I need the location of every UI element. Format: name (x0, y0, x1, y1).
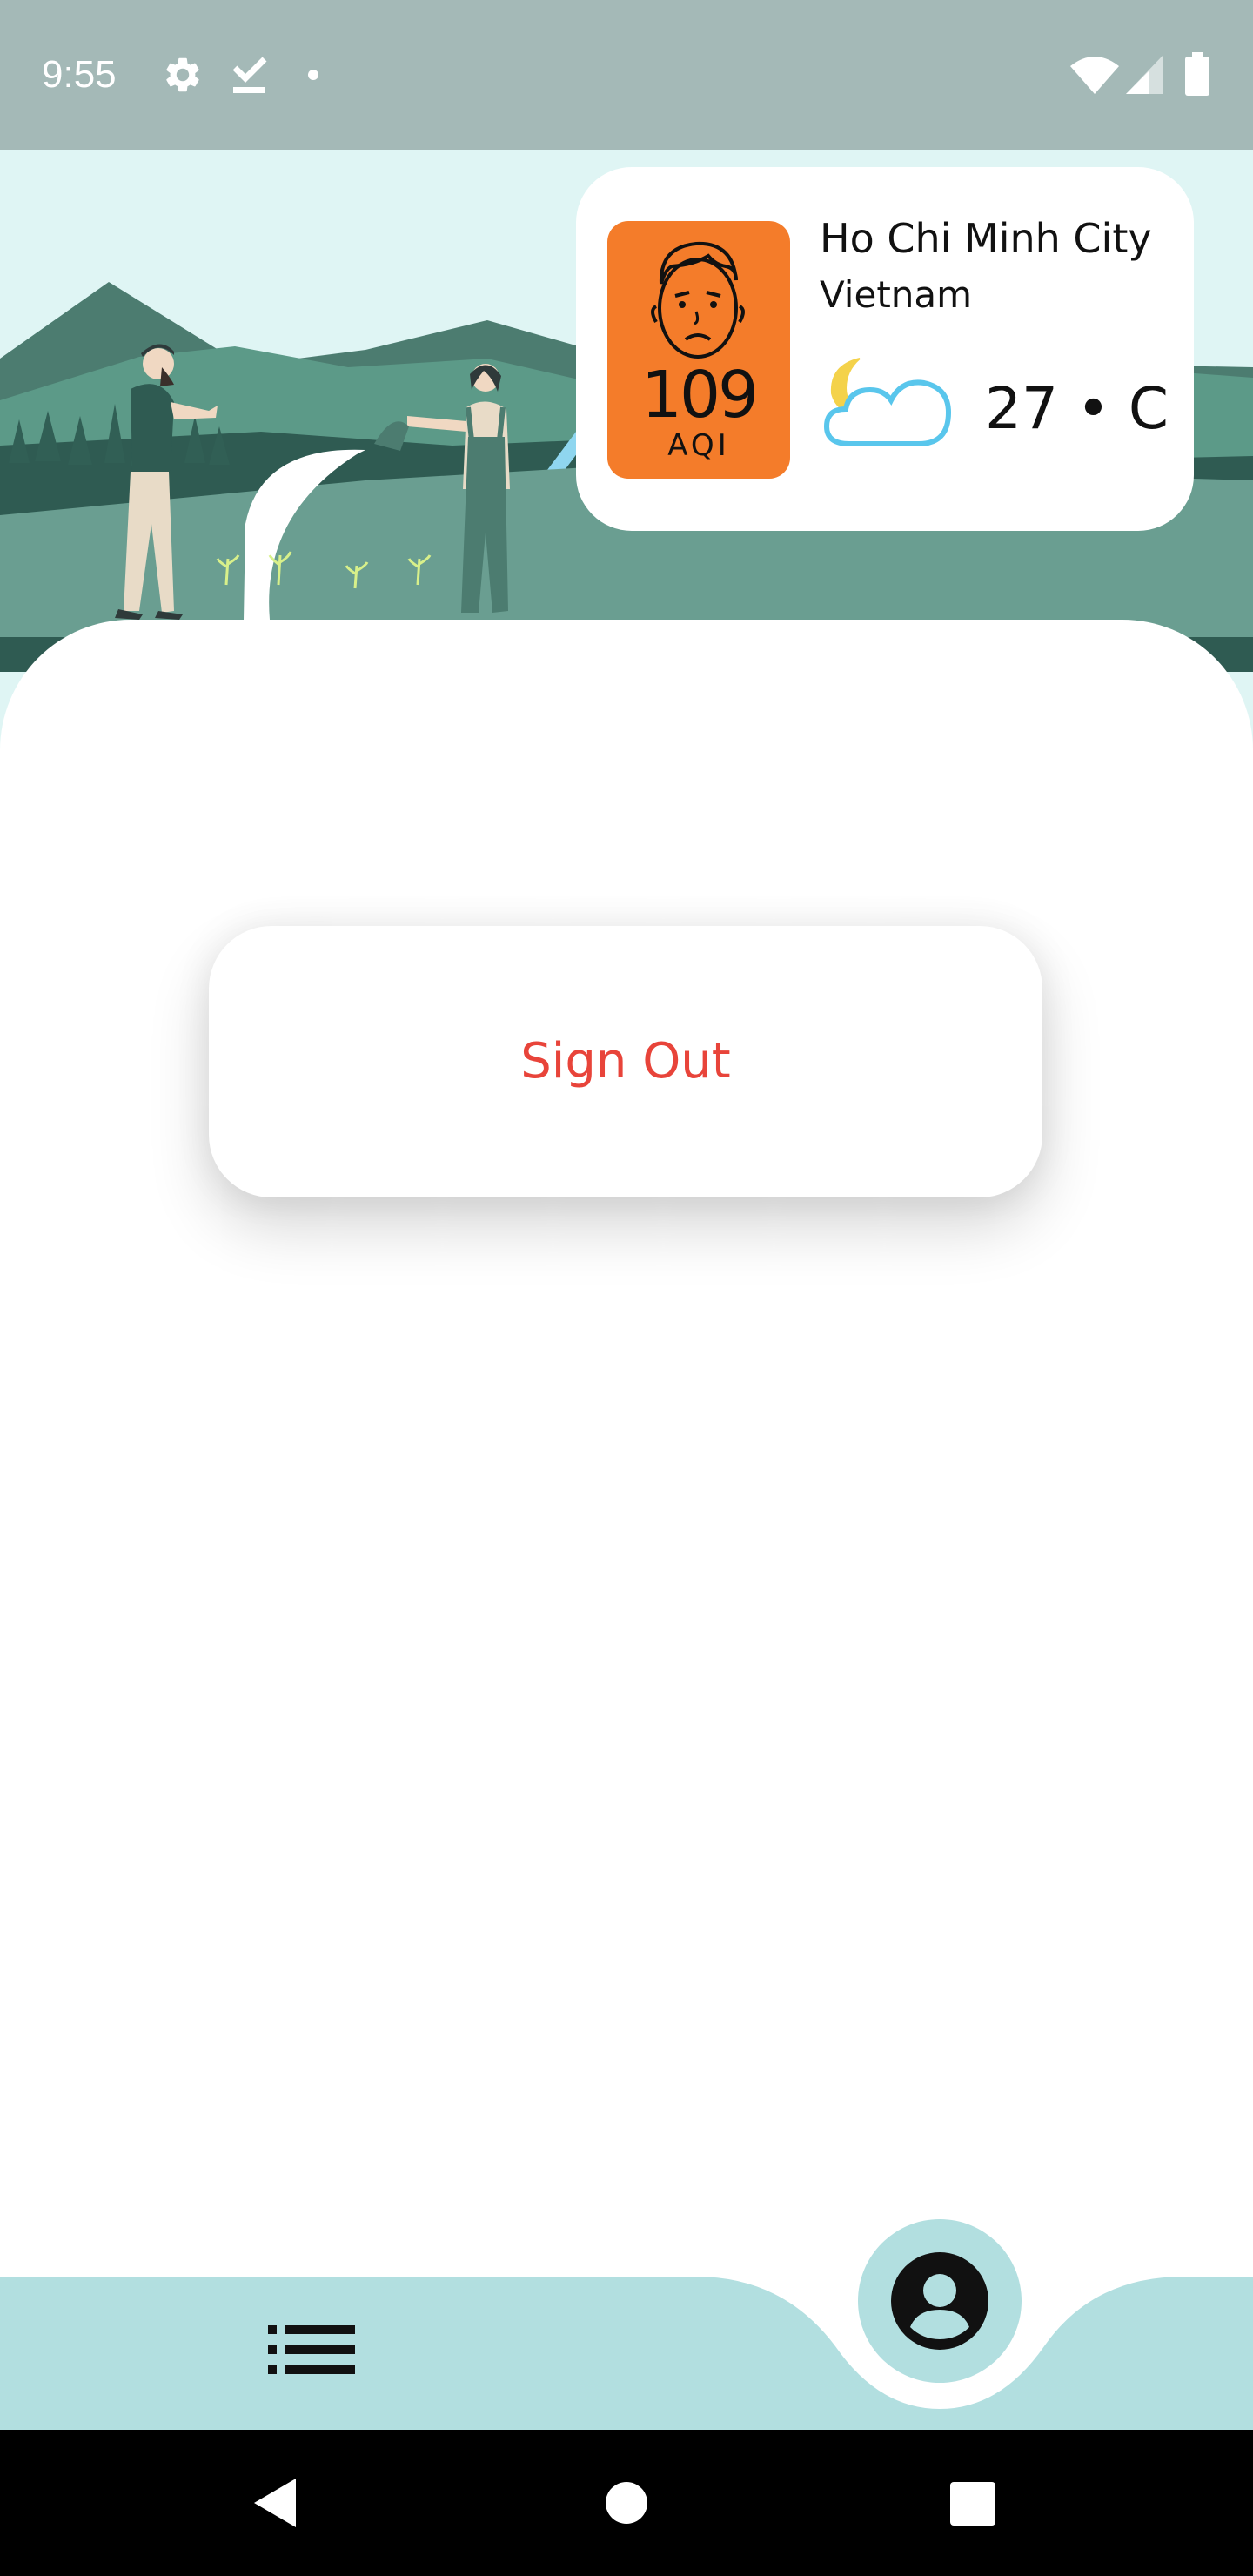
wifi-icon (1070, 57, 1119, 94)
system-nav-bar (0, 2430, 1253, 2576)
battery-icon (1185, 52, 1209, 96)
signal-icon (1126, 56, 1163, 94)
bottom-nav (0, 2210, 1253, 2430)
status-bar: 9:55 (0, 0, 1253, 150)
country-name: Vietnam (820, 273, 973, 316)
notification-dot-icon (308, 70, 318, 80)
bottom-nav-background (0, 2277, 1253, 2430)
sign-out-label: Sign Out (520, 1033, 731, 1090)
back-icon[interactable] (252, 2477, 298, 2529)
status-time: 9:55 (42, 53, 117, 96)
sad-face-icon (651, 241, 745, 359)
temperature: 27 • C (985, 375, 1169, 442)
list-icon[interactable] (266, 2322, 357, 2378)
weather-card[interactable]: 109 AQI Ho Chi Minh City Vietnam 27 • C (576, 167, 1194, 531)
aqi-tile: 109 AQI (607, 221, 790, 479)
profile-button[interactable] (858, 2219, 1022, 2383)
aqi-value: 109 (640, 358, 759, 433)
home-icon[interactable] (604, 2480, 649, 2526)
checkmark-download-icon (232, 57, 267, 93)
recents-icon[interactable] (950, 2482, 995, 2526)
content-sheet (0, 620, 1253, 2360)
aqi-label: AQI (667, 428, 730, 463)
settings-icon (166, 57, 199, 92)
sign-out-button[interactable]: Sign Out (209, 926, 1042, 1197)
city-name: Ho Chi Minh City (820, 215, 1152, 262)
moon-cloud-icon (823, 358, 952, 446)
profile-icon (891, 2252, 988, 2350)
